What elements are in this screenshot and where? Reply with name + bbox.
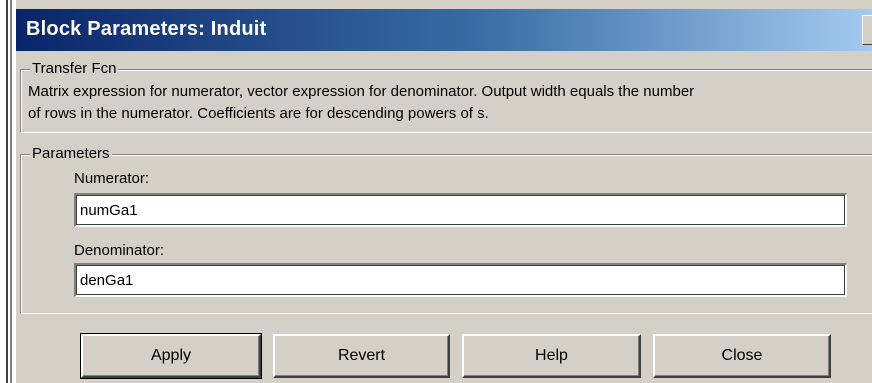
revert-button[interactable]: Revert: [273, 334, 450, 378]
denominator-field[interactable]: [74, 263, 847, 297]
window-title: Block Parameters: Induit: [26, 18, 267, 40]
denominator-label: Denominator:: [74, 242, 165, 259]
transfer-fcn-legend: Transfer Fcn: [30, 60, 119, 78]
window-left-edge: [0, 0, 16, 383]
close-button[interactable]: Close: [653, 334, 831, 378]
description-line-1: Matrix expression for numerator, vector …: [28, 83, 695, 100]
title-bar[interactable]: Block Parameters: Induit X: [16, 9, 872, 51]
numerator-field[interactable]: [74, 193, 847, 227]
help-button[interactable]: Help: [462, 334, 641, 378]
description-line-2: of rows in the numerator. Coefficients a…: [28, 105, 489, 122]
numerator-label: Numerator:: [74, 170, 150, 187]
apply-button[interactable]: Apply: [80, 333, 262, 379]
block-parameters-dialog: Block Parameters: Induit X Transfer Fcn …: [0, 0, 872, 383]
close-icon[interactable]: X: [862, 15, 872, 45]
parameters-legend: Parameters: [30, 145, 112, 163]
